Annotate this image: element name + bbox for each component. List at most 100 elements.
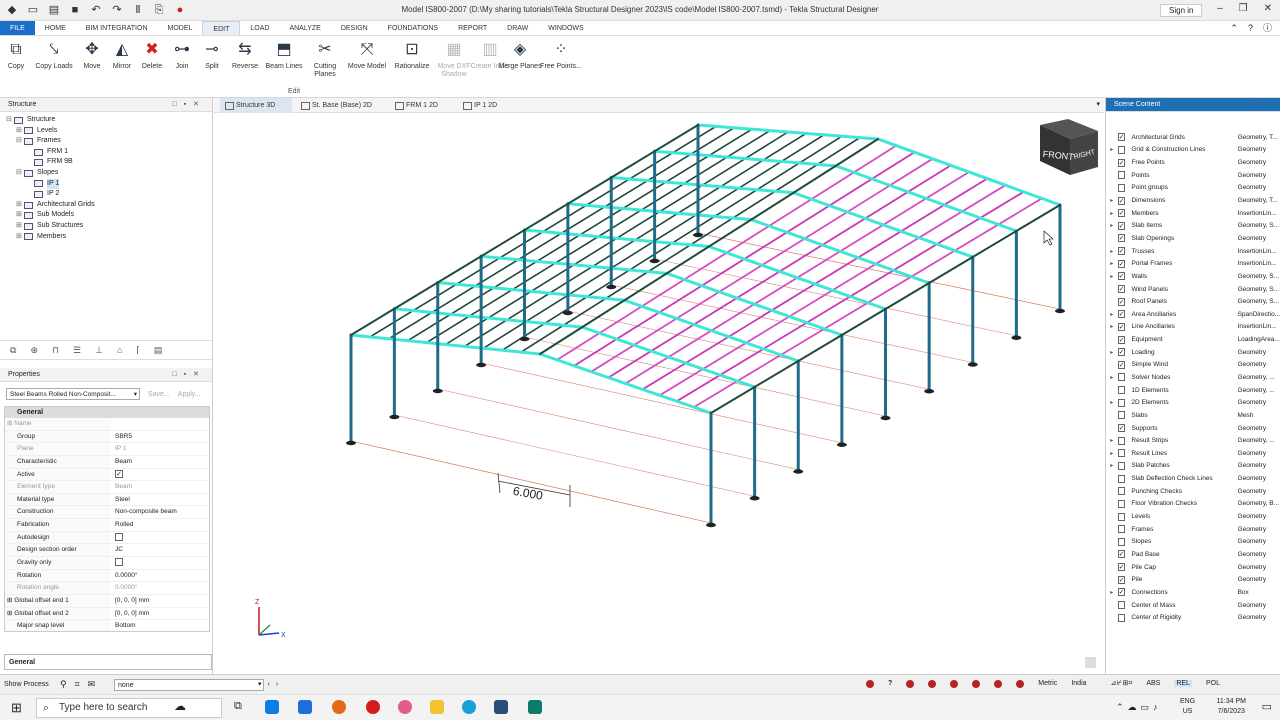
scene-item-checkbox[interactable]: ✓: [1117, 259, 1126, 268]
scene-item[interactable]: Frames Geometry: [1106, 523, 1280, 536]
scene-item[interactable]: ✓ Free Points Geometry: [1106, 156, 1280, 169]
tab-analyze[interactable]: ANALYZE: [279, 21, 330, 35]
tree-node[interactable]: IP 2: [6, 189, 212, 200]
checkbox[interactable]: ✓: [115, 469, 123, 478]
property-value[interactable]: [0, 0, 0] mm: [111, 608, 209, 620]
scene-item[interactable]: ▸ Solver Nodes Geometry, ...: [1106, 371, 1280, 384]
property-value[interactable]: Beam: [111, 481, 209, 493]
rafter[interactable]: [696, 123, 880, 141]
property-value[interactable]: JC: [111, 544, 209, 556]
help-icon[interactable]: ?: [888, 680, 892, 687]
snap-toggle-icon[interactable]: [906, 679, 915, 688]
support-symbol[interactable]: [749, 496, 760, 501]
scene-item-checkbox[interactable]: ✓: [1117, 285, 1126, 293]
grid-line[interactable]: [480, 362, 843, 444]
show-process-label[interactable]: Show Process: [4, 681, 49, 688]
scene-item[interactable]: ✓ Wind Panels Geometry, S...: [1106, 283, 1280, 296]
input-arrows-icon[interactable]: ▾‹›: [258, 680, 284, 688]
support-symbol[interactable]: [562, 310, 573, 316]
property-row[interactable]: Rotation angle 0.0000°: [5, 582, 209, 595]
expand-icon[interactable]: ▸: [1106, 450, 1118, 457]
minimize-icon[interactable]: –: [1217, 3, 1223, 14]
scene-item-checkbox[interactable]: ✓: [1117, 272, 1126, 281]
expand-icon[interactable]: ⊟: [6, 115, 14, 126]
tab-base-2d[interactable]: St. Base (Base) 2D: [296, 98, 386, 113]
scene-item[interactable]: ✓ Pad Base Geometry: [1106, 548, 1280, 561]
grid-line[interactable]: [437, 388, 799, 470]
tree-node[interactable]: ⊟ Structure: [6, 115, 212, 126]
scene-item[interactable]: ✓ Pile Geometry: [1106, 573, 1280, 586]
scene-item-checkbox[interactable]: ✓: [1117, 550, 1126, 559]
tab-frm1-2d[interactable]: FRM 1 2D: [390, 98, 450, 113]
property-row[interactable]: Major snap level Bottom: [5, 620, 209, 631]
support-symbol[interactable]: [432, 388, 443, 394]
loads-tab-icon[interactable]: ⊥: [95, 345, 103, 355]
scene-item-checkbox[interactable]: ✓: [1117, 335, 1126, 344]
expand-icon[interactable]: ▸: [1106, 311, 1118, 318]
property-row[interactable]: Active ✓: [5, 468, 209, 482]
scene-item-checkbox[interactable]: [1117, 183, 1126, 192]
property-set-dropdown[interactable]: Steel Beams Rolled Non-Composit...: [6, 388, 140, 400]
scene-item-checkbox[interactable]: [1117, 525, 1126, 534]
support-symbol[interactable]: [924, 389, 935, 394]
property-value[interactable]: Steel: [111, 494, 209, 506]
scene-item[interactable]: ✓ Equipment LoadingArea...: [1106, 333, 1280, 346]
support-symbol[interactable]: [693, 232, 703, 238]
abs-toggle[interactable]: ABS: [1146, 680, 1160, 687]
scene-item[interactable]: ✓ Slab Openings Geometry: [1106, 232, 1280, 245]
grid-line[interactable]: [610, 284, 974, 363]
expand-icon[interactable]: ▸: [1106, 197, 1118, 204]
scene-item-checkbox[interactable]: [1117, 487, 1126, 496]
scene-item-checkbox[interactable]: ✓: [1117, 209, 1126, 218]
expand-icon[interactable]: ▸: [1106, 349, 1118, 356]
expand-icon[interactable]: ▸: [1106, 273, 1118, 280]
scene-item-checkbox[interactable]: [1117, 474, 1126, 483]
scene-item-checkbox[interactable]: [1117, 386, 1126, 395]
command-input[interactable]: none: [114, 679, 264, 691]
scene-item-checkbox[interactable]: ✓: [1117, 158, 1126, 167]
paint-icon[interactable]: [398, 700, 412, 714]
scene-item-checkbox[interactable]: [1117, 145, 1126, 154]
scene-item[interactable]: Levels Geometry: [1106, 510, 1280, 523]
tray-icons[interactable]: ⌃☁▭♪: [1116, 702, 1162, 713]
tekla-icon[interactable]: [494, 700, 508, 714]
grid-line[interactable]: [524, 336, 886, 417]
scene-item-checkbox[interactable]: [1117, 499, 1126, 508]
scene-item-checkbox[interactable]: ✓: [1117, 348, 1126, 357]
snap-toggle-icon[interactable]: [1016, 679, 1025, 688]
tree-node[interactable]: ⊞ Levels: [6, 126, 212, 137]
property-value[interactable]: SBR5: [111, 431, 209, 443]
scene-item[interactable]: ▸ ✓ Trusses InsertionLin...: [1106, 245, 1280, 258]
checkbox[interactable]: [115, 533, 123, 542]
rafter[interactable]: [609, 176, 795, 195]
groups-tab-icon[interactable]: ⊓: [52, 345, 59, 355]
opera-icon[interactable]: [366, 700, 380, 714]
scene-item[interactable]: Center of Rigidity Geometry: [1106, 611, 1280, 624]
house-tab-icon[interactable]: ⌂: [117, 345, 122, 355]
scene-item[interactable]: Slopes Geometry: [1106, 536, 1280, 549]
scene-item[interactable]: ▸ 2D Elements Geometry: [1106, 396, 1280, 409]
support-symbol[interactable]: [880, 415, 891, 421]
property-value[interactable]: 0.0000°: [111, 582, 209, 594]
scene-item-checkbox[interactable]: [1117, 373, 1126, 382]
support-symbol[interactable]: [1011, 335, 1022, 340]
support-symbol[interactable]: [836, 442, 847, 447]
tree-node[interactable]: ⊞ Sub Models: [6, 210, 212, 221]
scene-item[interactable]: Floor Vibration Checks Geometry, B...: [1106, 498, 1280, 511]
expand-icon[interactable]: ⊞: [16, 210, 24, 221]
grid-line[interactable]: [567, 310, 930, 390]
support-symbol[interactable]: [389, 414, 400, 420]
property-value[interactable]: Bottom: [111, 620, 209, 631]
firefox-icon[interactable]: [332, 700, 346, 714]
scene-item[interactable]: ✓ Supports Geometry: [1106, 422, 1280, 435]
report-tab-icon[interactable]: ▤: [154, 345, 163, 355]
scene-item[interactable]: ✓ Roof Panels Geometry, S...: [1106, 295, 1280, 308]
support-symbol[interactable]: [793, 469, 804, 474]
weather-icon[interactable]: ☁: [174, 699, 186, 713]
move-model-button[interactable]: ⤧ Move Model: [345, 39, 389, 71]
property-row[interactable]: Characteristic Beam: [5, 455, 209, 469]
scene-item-checkbox[interactable]: ✓: [1117, 221, 1126, 230]
checkbox[interactable]: [115, 558, 123, 567]
property-row[interactable]: Construction Non-composite beam: [5, 506, 209, 520]
structure-3d-model[interactable]: FRONT RIGHT 6.000 Z X: [214, 113, 1104, 674]
